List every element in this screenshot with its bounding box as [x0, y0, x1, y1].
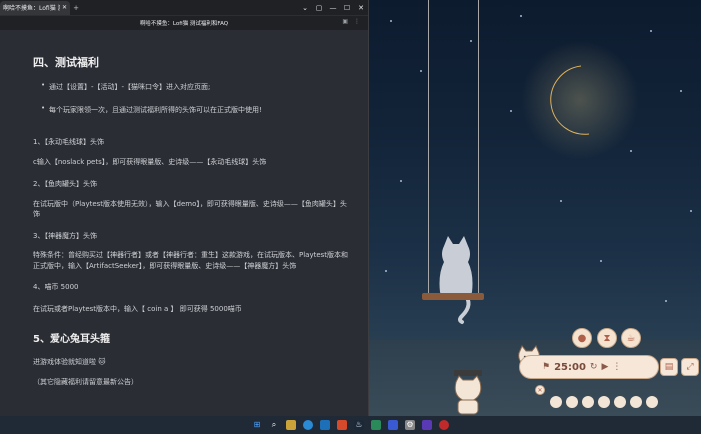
swing-seat: [422, 293, 484, 300]
crescent-moon: [550, 65, 590, 135]
hourglass-icon[interactable]: ⧗: [597, 328, 617, 348]
app-icon[interactable]: [388, 420, 398, 430]
close-tab-icon[interactable]: ✕: [62, 4, 67, 11]
play-icon[interactable]: ▶: [601, 362, 608, 372]
cat-row: [550, 396, 670, 410]
item-title: 2、【鱼肉罐头】头饰: [33, 180, 97, 188]
start-icon[interactable]: ⊞: [252, 420, 262, 430]
item-body: 特殊条件：曾经购买过【神器行者】或者【神器行者：重生】这款游戏，在试玩版本、Pl…: [33, 251, 349, 270]
item-body: 在试玩或者Playtest版本中，输入【 coin a 】 即可获得 5000喵…: [33, 304, 242, 313]
article-line: 进游戏体验就知道啦 🐱: [33, 358, 106, 366]
search-icon[interactable]: ⌕: [269, 420, 279, 430]
bullet-item: 通过【设置】-【活动】-【猫咪口令】进入对应页面;: [41, 81, 349, 92]
pomodoro-timer: ⚑ 25:00 ↻ ▶ ⋮: [519, 355, 659, 379]
office-icon[interactable]: [337, 420, 347, 430]
cat-on-swing: [439, 236, 473, 324]
restore-icon[interactable]: ▢: [312, 4, 326, 12]
tomato-icon[interactable]: ●: [572, 328, 592, 348]
close-widget-icon[interactable]: ✕: [535, 385, 545, 395]
item-title: 1、【永动毛线球】头饰: [33, 138, 104, 146]
swing-rope-right: [478, 0, 479, 296]
close-window-icon[interactable]: ✕: [354, 4, 368, 12]
stats-icon[interactable]: ▤: [660, 358, 678, 376]
swing-rope-left: [428, 0, 429, 296]
tab-list-icon[interactable]: ⌄: [298, 4, 312, 12]
bullet-item: 每个玩家限领一次，且通过测试福利所得的头饰可以在正式版中使用!: [41, 104, 349, 115]
tab-title: 啊哈不摸鱼：Lofi猫 测试...: [3, 5, 60, 12]
taskbar: ⊞ ⌕ ♨ ⚙: [0, 416, 701, 434]
steam-icon[interactable]: ♨: [354, 420, 364, 430]
excel-icon[interactable]: [371, 420, 381, 430]
item-title: 3、【神器魔方】头饰: [33, 231, 97, 240]
browser-tab[interactable]: 啊哈不摸鱼：Lofi猫 测试... ✕: [0, 0, 70, 15]
file-explorer-icon[interactable]: [286, 420, 296, 430]
flag-icon[interactable]: ⚑: [542, 362, 550, 372]
minimize-icon[interactable]: —: [326, 4, 340, 12]
item-body: 在试玩版中（Playtest版本使用无效），输入【demo】，即可获得眼量版、史…: [33, 199, 347, 219]
menu-icon[interactable]: ⋮: [612, 362, 621, 372]
record-icon[interactable]: [439, 420, 449, 430]
store-icon[interactable]: [320, 420, 330, 430]
browser-titlebar: 啊哈不摸鱼：Lofi猫 测试... ✕ + ⌄ ▢ — ☐ ✕: [0, 0, 368, 16]
more-icon[interactable]: ⋮: [354, 18, 360, 25]
page-title: 啊哈不摸鱼：Lofi猫 测试福利和FAQ: [139, 20, 229, 27]
item-title: 4、喵币 5000: [33, 283, 79, 291]
section-heading: 5、爱心兔耳头箍: [33, 334, 110, 345]
coffee-icon[interactable]: ☕: [621, 328, 641, 348]
browser-window: 啊哈不摸鱼：Lofi猫 测试... ✕ + ⌄ ▢ — ☐ ✕ 啊哈不摸鱼：Lo…: [0, 0, 369, 416]
reader-icon[interactable]: ▣: [342, 18, 348, 25]
maximize-icon[interactable]: ☐: [340, 4, 354, 12]
reset-icon[interactable]: ↻: [590, 362, 598, 372]
article-line: （其它隐藏福利请留意最新公告）: [33, 377, 138, 386]
timer-display: 25:00: [554, 361, 586, 373]
graduate-cat: [454, 370, 482, 415]
expand-icon[interactable]: ⤢: [681, 358, 699, 376]
edge-icon[interactable]: [303, 420, 313, 430]
section-heading: 四、测试福利: [33, 56, 99, 69]
item-body: c输入【noslack pets】，即可获得眼量版、史诗级——【永动毛线球】头饰: [33, 157, 267, 166]
settings-icon[interactable]: ⚙: [405, 420, 415, 430]
page-title-bar: 啊哈不摸鱼：Lofi猫 测试福利和FAQ ▣ ⋮: [0, 16, 368, 29]
article-content: 四、测试福利 通过【设置】-【活动】-【猫咪口令】进入对应页面; 每个玩家限领一…: [0, 30, 368, 416]
obsidian-icon[interactable]: [422, 420, 432, 430]
new-tab-button[interactable]: +: [70, 4, 82, 12]
